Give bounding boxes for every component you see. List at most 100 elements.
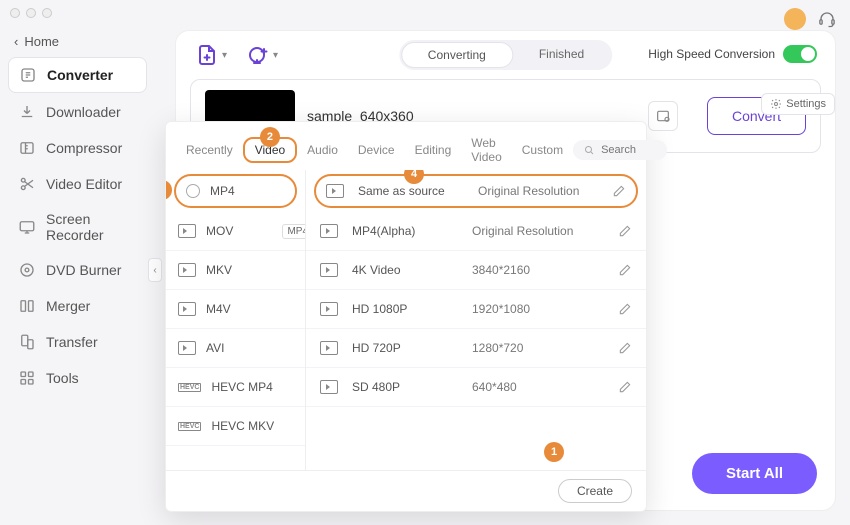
sidebar-item-merger[interactable]: Merger (8, 289, 147, 323)
radio-icon (186, 184, 200, 198)
start-all-button[interactable]: Start All (692, 453, 817, 494)
hevc-icon: HEVC (178, 422, 201, 431)
resolution-4k[interactable]: 4K Video3840*2160 (306, 251, 646, 290)
window-traffic-lights (10, 8, 52, 18)
status-segment: Converting Finished (399, 40, 612, 70)
resolution-name: SD 480P (352, 380, 472, 394)
sidebar-item-label: Compressor (46, 140, 122, 156)
scissors-icon (18, 175, 36, 193)
sidebar-item-converter[interactable]: Converter (8, 57, 147, 93)
edit-icon[interactable] (618, 380, 632, 394)
edit-icon[interactable] (618, 302, 632, 316)
resolution-value: Original Resolution (478, 184, 612, 198)
step-badge-3: 3 (166, 180, 172, 200)
format-mkv[interactable]: MKV (166, 251, 305, 290)
sidebar-item-label: DVD Burner (46, 262, 121, 278)
resolution-value: 1920*1080 (472, 302, 618, 316)
video-icon (320, 263, 338, 277)
tab-web-video[interactable]: Web Video (461, 130, 511, 170)
format-mp4[interactable]: MP4 3 (174, 174, 297, 208)
support-icon[interactable] (818, 10, 836, 28)
tab-device[interactable]: Device (348, 137, 405, 163)
format-label: M4V (206, 302, 231, 316)
resolution-name: MP4(Alpha) (352, 224, 472, 238)
settings-label: Settings (786, 98, 826, 110)
settings-link[interactable]: Settings (761, 93, 835, 115)
avatar[interactable] (784, 8, 806, 30)
home-label: Home (24, 34, 59, 49)
format-mov[interactable]: MOV (166, 212, 305, 251)
sidebar-item-dvd-burner[interactable]: DVD Burner (8, 253, 147, 287)
resolution-name: 4K Video (352, 263, 472, 277)
back-home[interactable]: ‹ Home (8, 30, 147, 53)
sidebar-item-compressor[interactable]: Compressor (8, 131, 147, 165)
step-badge-2: 2 (260, 127, 280, 147)
sidebar-item-label: Merger (46, 298, 90, 314)
step-badge-4: 4 (404, 170, 424, 184)
chevron-down-icon[interactable]: ▾ (273, 50, 278, 61)
tab-finished[interactable]: Finished (513, 42, 610, 68)
screen-recorder-icon (18, 218, 36, 236)
sidebar-item-label: Video Editor (46, 176, 122, 192)
add-file-button[interactable] (194, 42, 220, 68)
video-file-icon (178, 224, 196, 238)
format-label: MP4 (210, 184, 235, 198)
sidebar-item-tools[interactable]: Tools (8, 361, 147, 395)
merger-icon (18, 297, 36, 315)
resolution-480p[interactable]: SD 480P640*480 (306, 368, 646, 407)
chevron-down-icon[interactable]: ▾ (222, 50, 227, 61)
tab-converting[interactable]: Converting (401, 42, 513, 68)
resolution-720p[interactable]: HD 720P1280*720 (306, 329, 646, 368)
format-label: AVI (206, 341, 224, 355)
output-preset-button[interactable] (648, 101, 678, 131)
tools-icon (18, 369, 36, 387)
sidebar-item-label: Tools (46, 370, 79, 386)
sidebar-item-downloader[interactable]: Downloader (8, 95, 147, 129)
resolution-same-as-source[interactable]: Same as source Original Resolution 4 (314, 174, 638, 208)
tab-audio[interactable]: Audio (297, 137, 348, 163)
edit-icon[interactable] (618, 263, 632, 277)
resolution-mp4-alpha[interactable]: MP4(Alpha)Original Resolution (306, 212, 646, 251)
format-avi[interactable]: AVI (166, 329, 305, 368)
edit-icon[interactable] (618, 341, 632, 355)
sidebar-item-screen-recorder[interactable]: Screen Recorder (8, 203, 147, 251)
tab-custom[interactable]: Custom (512, 137, 573, 163)
video-icon (320, 224, 338, 238)
sidebar-collapse-toggle[interactable]: ‹ (148, 258, 162, 282)
video-file-icon (178, 263, 196, 277)
transfer-icon (18, 333, 36, 351)
video-file-icon (178, 302, 196, 316)
format-m4v[interactable]: M4V (166, 290, 305, 329)
create-preset-button[interactable]: Create (558, 479, 632, 503)
tab-editing[interactable]: Editing (405, 137, 462, 163)
video-icon (320, 380, 338, 394)
tab-recently[interactable]: Recently (176, 137, 243, 163)
format-hevc-mp4[interactable]: HEVCHEVC MP4 (166, 368, 305, 407)
sidebar-item-label: Transfer (46, 334, 98, 350)
format-search[interactable] (573, 140, 667, 160)
video-icon (320, 302, 338, 316)
format-hevc-mkv[interactable]: HEVCHEVC MKV (166, 407, 305, 446)
resolution-value: 3840*2160 (472, 263, 618, 277)
compressor-icon (18, 139, 36, 157)
resolution-value: 640*480 (472, 380, 618, 394)
format-label: MKV (206, 263, 232, 277)
sidebar-item-video-editor[interactable]: Video Editor (8, 167, 147, 201)
resolution-value: 1280*720 (472, 341, 618, 355)
sidebar-item-label: Downloader (46, 104, 121, 120)
tab-video[interactable]: Video 2 (243, 137, 297, 163)
add-url-button[interactable] (245, 42, 271, 68)
resolution-1080p[interactable]: HD 1080P1920*1080 (306, 290, 646, 329)
sidebar-item-transfer[interactable]: Transfer (8, 325, 147, 359)
search-input[interactable] (601, 144, 657, 156)
high-speed-conversion: High Speed Conversion (648, 45, 817, 63)
toolbar: ▾ ▾ Converting Finished High Speed Conve… (176, 31, 835, 79)
main-panel: ▾ ▾ Converting Finished High Speed Conve… (175, 30, 836, 511)
search-icon (583, 144, 595, 156)
format-popover: Recently Video 2 Audio Device Editing We… (165, 121, 647, 512)
video-icon (326, 184, 344, 198)
edit-icon[interactable] (612, 184, 626, 198)
hsc-toggle[interactable] (783, 45, 817, 63)
video-file-icon (178, 341, 196, 355)
edit-icon[interactable] (618, 224, 632, 238)
